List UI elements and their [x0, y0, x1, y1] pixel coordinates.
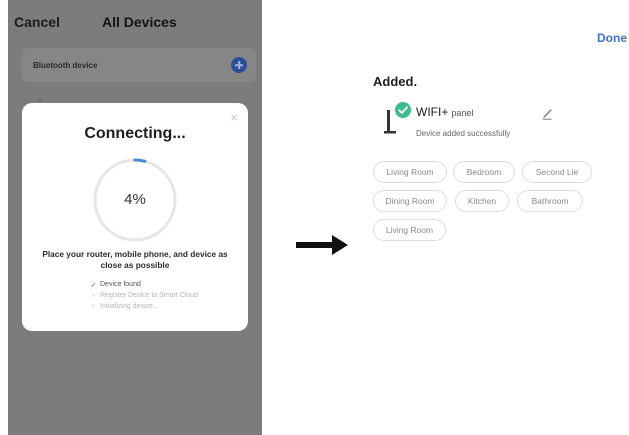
- bluetooth-device-row[interactable]: Bluetooth device: [22, 48, 256, 82]
- room-chip[interactable]: Bathroom: [517, 190, 583, 212]
- device-status: Device added successfully: [416, 129, 511, 138]
- room-chip[interactable]: Living Room: [373, 219, 446, 241]
- step-label: Device found: [100, 281, 141, 288]
- room-chip[interactable]: Bedroom: [453, 161, 515, 183]
- room-chip[interactable]: Kitchen: [455, 190, 509, 212]
- step-status-icon: ○: [91, 292, 96, 299]
- room-chip[interactable]: Living Room: [373, 161, 447, 183]
- progress-percent: 4%: [124, 191, 146, 208]
- placement-hint: Place your router, mobile phone, and dev…: [42, 249, 228, 270]
- device-search-screen: Cancel All Devices Bluetooth device × Co…: [8, 0, 262, 435]
- close-icon[interactable]: ×: [230, 111, 238, 124]
- screen-title: All Devices: [102, 14, 177, 30]
- added-title: Added.: [373, 74, 418, 89]
- step-status-icon: ○: [91, 303, 96, 310]
- pencil-icon[interactable]: [541, 108, 553, 120]
- cancel-button[interactable]: Cancel: [14, 14, 60, 30]
- room-chip[interactable]: Second Lie: [522, 161, 592, 183]
- background-dot: [38, 98, 42, 102]
- room-chip[interactable]: Dining Room: [373, 190, 447, 212]
- plus-circle-icon[interactable]: [231, 57, 247, 73]
- dialog-title: Connecting...: [84, 125, 186, 142]
- device-name-main: WIFI+: [416, 105, 449, 119]
- bluetooth-device-label: Bluetooth device: [33, 61, 98, 70]
- connecting-dialog: × Connecting... 4% Place your router, mo…: [22, 103, 248, 331]
- device-name: WIFI+ panel: [416, 105, 473, 119]
- step-item: ○ Initializing device...: [89, 301, 198, 312]
- step-item: ○ Register Device to Smart Cloud: [89, 290, 198, 301]
- connection-steps: ✓ Device found ○ Register Device to Smar…: [89, 279, 198, 312]
- device-name-suffix: panel: [451, 108, 474, 118]
- step-label: Register Device to Smart Cloud: [100, 292, 199, 299]
- step-status-icon: ✓: [90, 281, 97, 289]
- step-item: ✓ Device found: [89, 279, 198, 290]
- done-button[interactable]: Done: [597, 31, 627, 45]
- top-bar: Cancel All Devices: [8, 0, 262, 40]
- check-circle-icon: [395, 102, 411, 118]
- step-label: Initializing device...: [100, 303, 159, 310]
- arrow-right-icon: [296, 235, 348, 255]
